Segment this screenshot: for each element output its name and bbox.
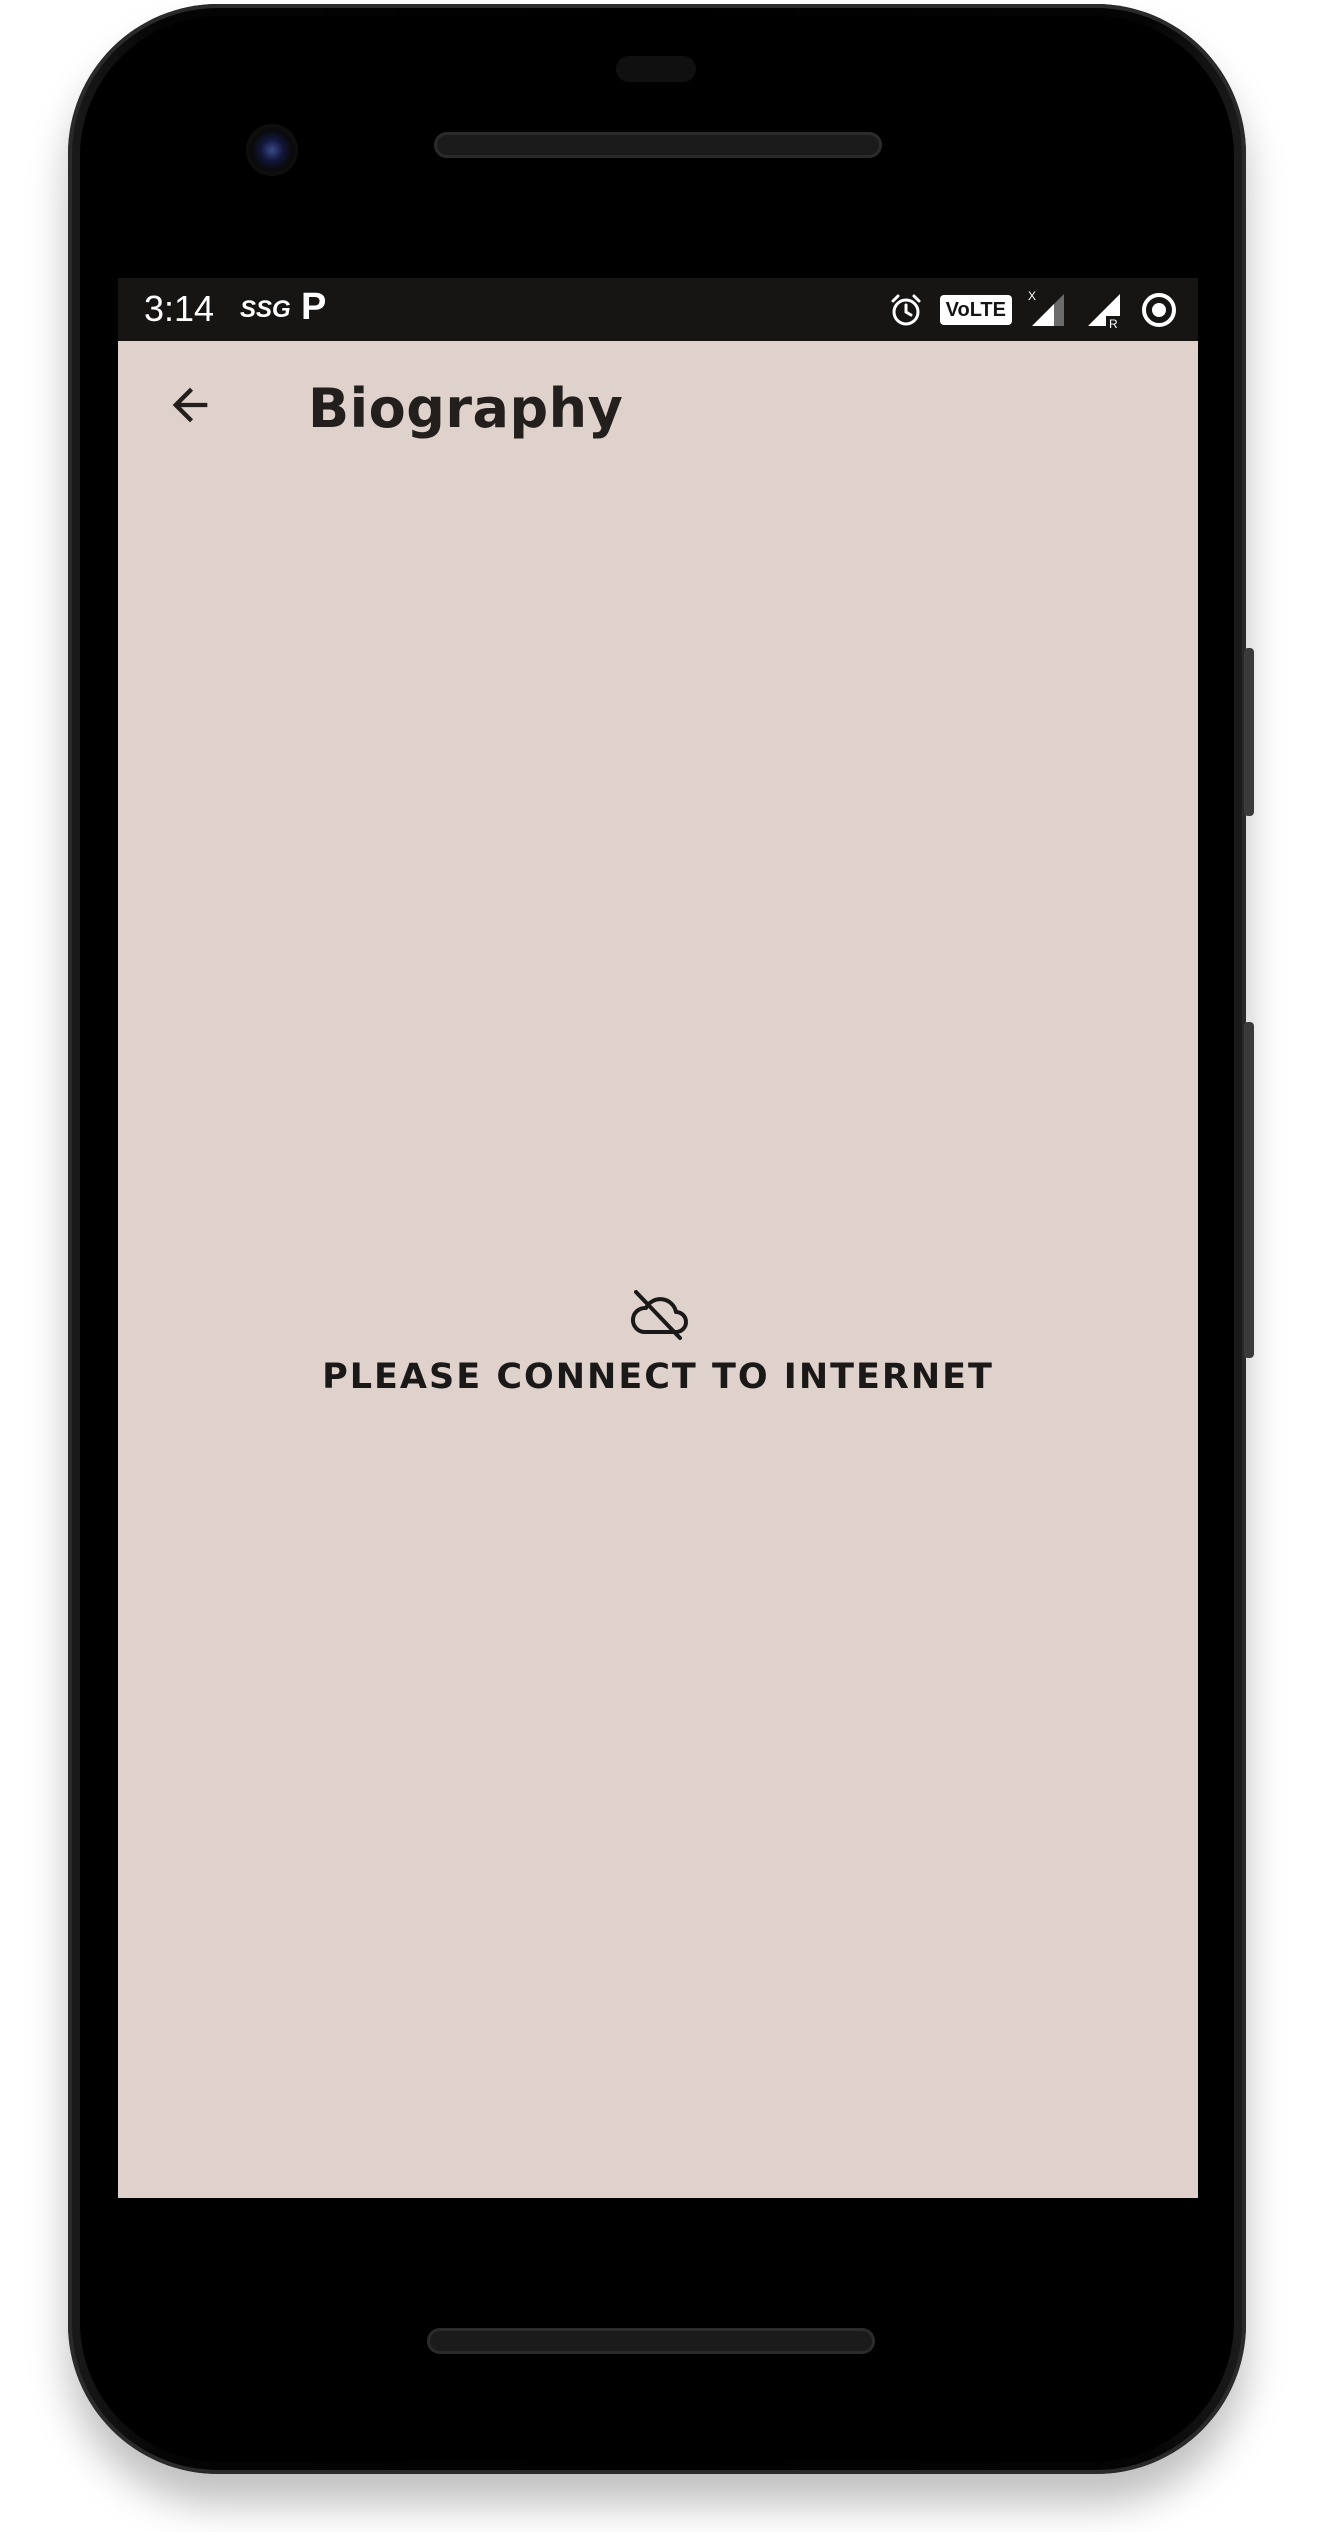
app-badge: P bbox=[301, 286, 327, 328]
signal-roaming-icon: R bbox=[1088, 294, 1120, 330]
offline-state: PLEASE CONNECT TO INTERNET bbox=[118, 1286, 1198, 1397]
status-bar: 3:14 SSG P VoLTE X R bbox=[118, 278, 1198, 341]
alarm-icon bbox=[891, 294, 921, 326]
hotspot-icon bbox=[1142, 293, 1176, 327]
cloud-off-icon bbox=[631, 1290, 688, 1340]
arrow-back-icon bbox=[172, 387, 208, 423]
status-icons: VoLTE X R bbox=[888, 288, 1178, 332]
volte-badge: VoLTE bbox=[939, 295, 1012, 325]
signal-icon: X bbox=[1028, 290, 1064, 326]
app-screen: 3:14 SSG P VoLTE X R Biography PLEASE CO… bbox=[118, 278, 1198, 2198]
bottom-speaker-grille bbox=[427, 2328, 875, 2354]
offline-message: PLEASE CONNECT TO INTERNET bbox=[322, 1357, 994, 1397]
page-title: Biography bbox=[308, 377, 624, 440]
data-indicator: X bbox=[1028, 290, 1036, 303]
proximity-sensor bbox=[616, 56, 696, 82]
carrier-label: SSG bbox=[240, 296, 291, 323]
app-bar: Biography bbox=[118, 341, 1198, 488]
volume-button bbox=[1244, 1022, 1254, 1358]
status-time: 3:14 bbox=[144, 288, 215, 329]
top-speaker-grille bbox=[434, 132, 882, 158]
power-button bbox=[1244, 648, 1254, 816]
roaming-label: R bbox=[1109, 317, 1118, 330]
back-button[interactable] bbox=[154, 369, 226, 441]
front-camera bbox=[246, 124, 298, 176]
